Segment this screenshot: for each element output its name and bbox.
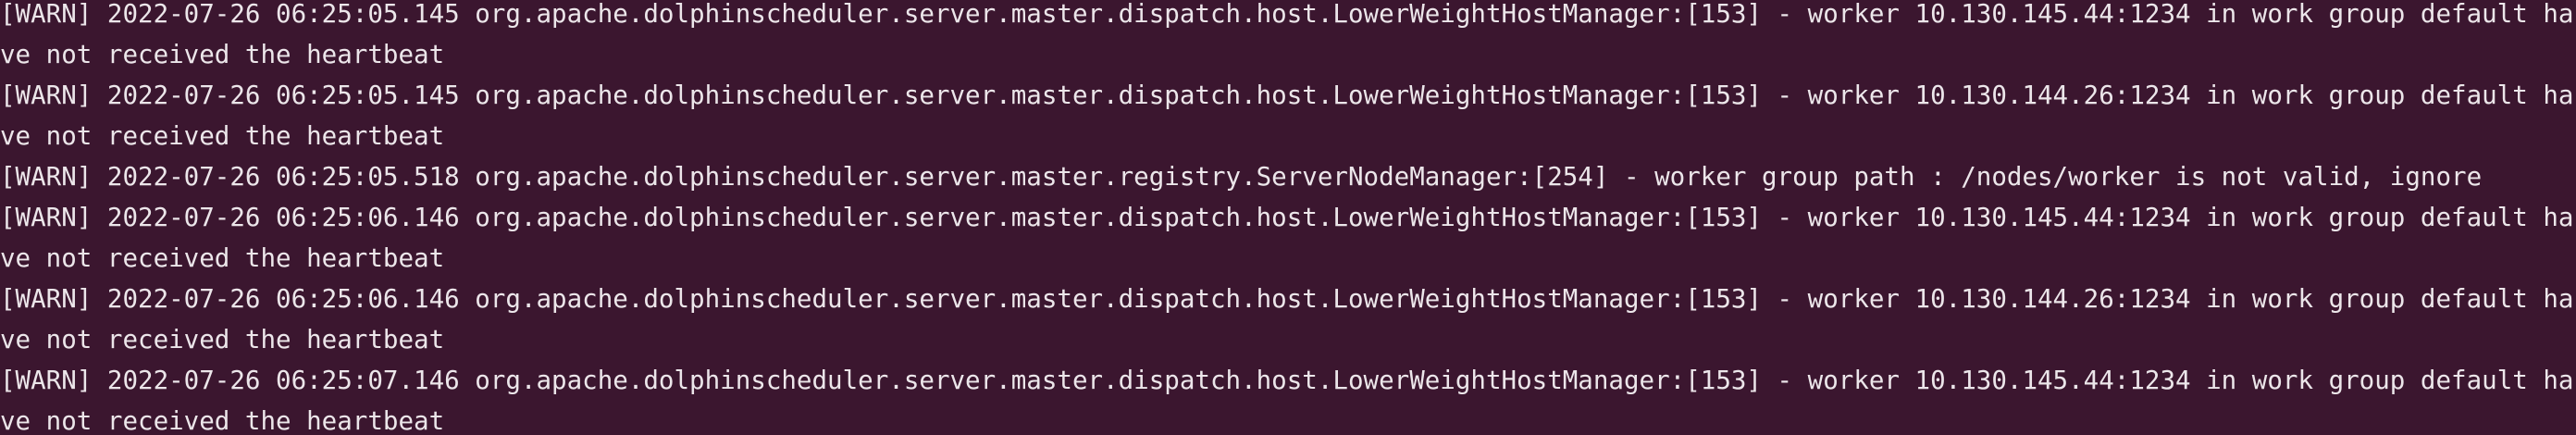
log-line: [WARN] 2022-07-26 06:25:06.146 org.apach… [0,203,2574,273]
log-line: [WARN] 2022-07-26 06:25:07.146 org.apach… [0,366,2574,435]
log-line: [WARN] 2022-07-26 06:25:06.146 org.apach… [0,284,2574,354]
terminal-window[interactable]: [WARN] 2022-07-26 06:25:05.145 org.apach… [0,0,2576,435]
log-line: [WARN] 2022-07-26 06:25:05.145 org.apach… [0,81,2574,151]
log-line: [WARN] 2022-07-26 06:25:05.145 org.apach… [0,0,2574,69]
log-output: [WARN] 2022-07-26 06:25:05.145 org.apach… [0,0,2576,435]
log-line: [WARN] 2022-07-26 06:25:05.518 org.apach… [0,162,2483,192]
